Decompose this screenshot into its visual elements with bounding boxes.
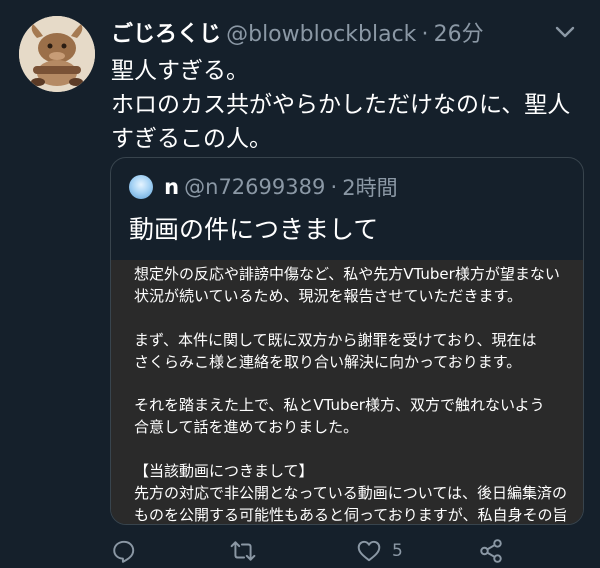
quote-header: n @n72699389 · 2時間 bbox=[129, 172, 398, 202]
author-avatar[interactable] bbox=[19, 16, 95, 92]
quote-author-avatar bbox=[129, 175, 153, 199]
quote-image-text: 想定外の反応や誹謗中傷など、私や先方VTuber様方が望まない 状況が続いている… bbox=[134, 265, 568, 524]
quote-text: 動画の件につきまして bbox=[129, 215, 379, 244]
cow-avatar-illustration bbox=[19, 16, 95, 92]
reply-icon bbox=[113, 540, 135, 563]
share-icon bbox=[480, 539, 502, 563]
like-icon bbox=[357, 540, 381, 562]
quote-image[interactable]: 想定外の反応や誹謗中傷など、私や先方VTuber様方が望まない 状況が続いている… bbox=[111, 260, 583, 524]
more-icon[interactable] bbox=[550, 18, 580, 46]
retweet-button[interactable] bbox=[230, 537, 256, 565]
quote-author-handle: @n72699389 bbox=[184, 175, 326, 199]
quote-separator-dot: · bbox=[330, 175, 338, 199]
separator-dot: · bbox=[421, 22, 429, 47]
like-count: 5 bbox=[392, 541, 403, 561]
tweet-time[interactable]: 26分 bbox=[434, 22, 484, 47]
like-button[interactable]: 5 bbox=[356, 537, 403, 565]
tweet-text: 聖人すぎる。 ホロのカス共がやらかしただけなのに、聖人すぎるこの人。 bbox=[111, 58, 571, 152]
author-handle[interactable]: @blowblockblack bbox=[226, 22, 416, 47]
quoted-tweet[interactable]: n @n72699389 · 2時間 動画の件につきまして 想定外の反応や誹謗中… bbox=[110, 157, 584, 525]
reply-button[interactable] bbox=[111, 537, 137, 565]
retweet-icon bbox=[230, 541, 256, 561]
tweet-actions: 5 bbox=[0, 535, 600, 568]
quote-time: 2時間 bbox=[342, 176, 398, 200]
author-name[interactable]: ごじろくじ bbox=[111, 22, 221, 47]
tweet-header: ごじろくじ @blowblockblack · 26分 bbox=[111, 16, 580, 50]
quote-author-name: n bbox=[164, 175, 180, 199]
share-button[interactable] bbox=[478, 537, 504, 565]
